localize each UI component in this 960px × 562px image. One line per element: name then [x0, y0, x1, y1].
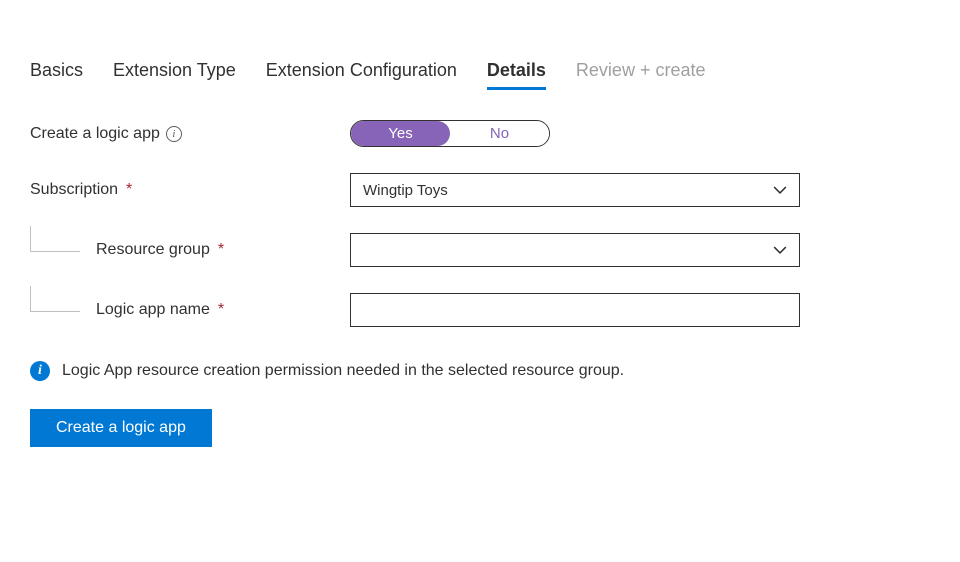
subscription-select[interactable]: Wingtip Toys [350, 173, 800, 207]
required-mark: * [126, 181, 132, 199]
label-create-logic-app: Create a logic app i [30, 125, 350, 143]
toggle-control: Yes No [350, 120, 800, 147]
info-message-text: Logic App resource creation permission n… [62, 362, 624, 380]
subscription-value: Wingtip Toys [363, 182, 448, 199]
resource-group-select[interactable] [350, 233, 800, 267]
create-logic-app-toggle: Yes No [350, 120, 550, 147]
tab-extension-configuration[interactable]: Extension Configuration [266, 60, 457, 90]
required-mark: * [218, 301, 224, 319]
label-subscription: Subscription * [30, 181, 350, 199]
info-icon[interactable]: i [166, 126, 182, 142]
toggle-no[interactable]: No [450, 121, 549, 146]
tab-basics[interactable]: Basics [30, 60, 83, 90]
row-subscription: Subscription * Wingtip Toys [30, 173, 930, 207]
required-mark: * [218, 241, 224, 259]
toggle-yes[interactable]: Yes [351, 121, 450, 146]
tree-connector [30, 286, 80, 312]
info-circle-icon: i [30, 361, 50, 381]
tab-review-create[interactable]: Review + create [576, 60, 706, 90]
row-create-logic-app: Create a logic app i Yes No [30, 120, 930, 147]
row-logic-app-name: Logic app name * [30, 293, 930, 327]
logic-app-name-text: Logic app name [96, 301, 210, 319]
tab-extension-type[interactable]: Extension Type [113, 60, 236, 90]
chevron-down-icon [773, 183, 787, 197]
resource-group-text: Resource group [96, 241, 210, 259]
chevron-down-icon [773, 243, 787, 257]
tab-details[interactable]: Details [487, 60, 546, 90]
row-resource-group: Resource group * [30, 233, 930, 267]
create-logic-app-text: Create a logic app [30, 125, 160, 143]
form-section: Create a logic app i Yes No Subscription… [30, 120, 930, 327]
tabs-bar: Basics Extension Type Extension Configur… [30, 30, 930, 90]
logic-app-name-input[interactable] [350, 293, 800, 327]
info-banner: i Logic App resource creation permission… [30, 361, 930, 381]
create-logic-app-button[interactable]: Create a logic app [30, 409, 212, 447]
subscription-text: Subscription [30, 181, 118, 199]
tree-connector [30, 226, 80, 252]
label-logic-app-name: Logic app name * [30, 301, 350, 319]
label-resource-group: Resource group * [30, 241, 350, 259]
